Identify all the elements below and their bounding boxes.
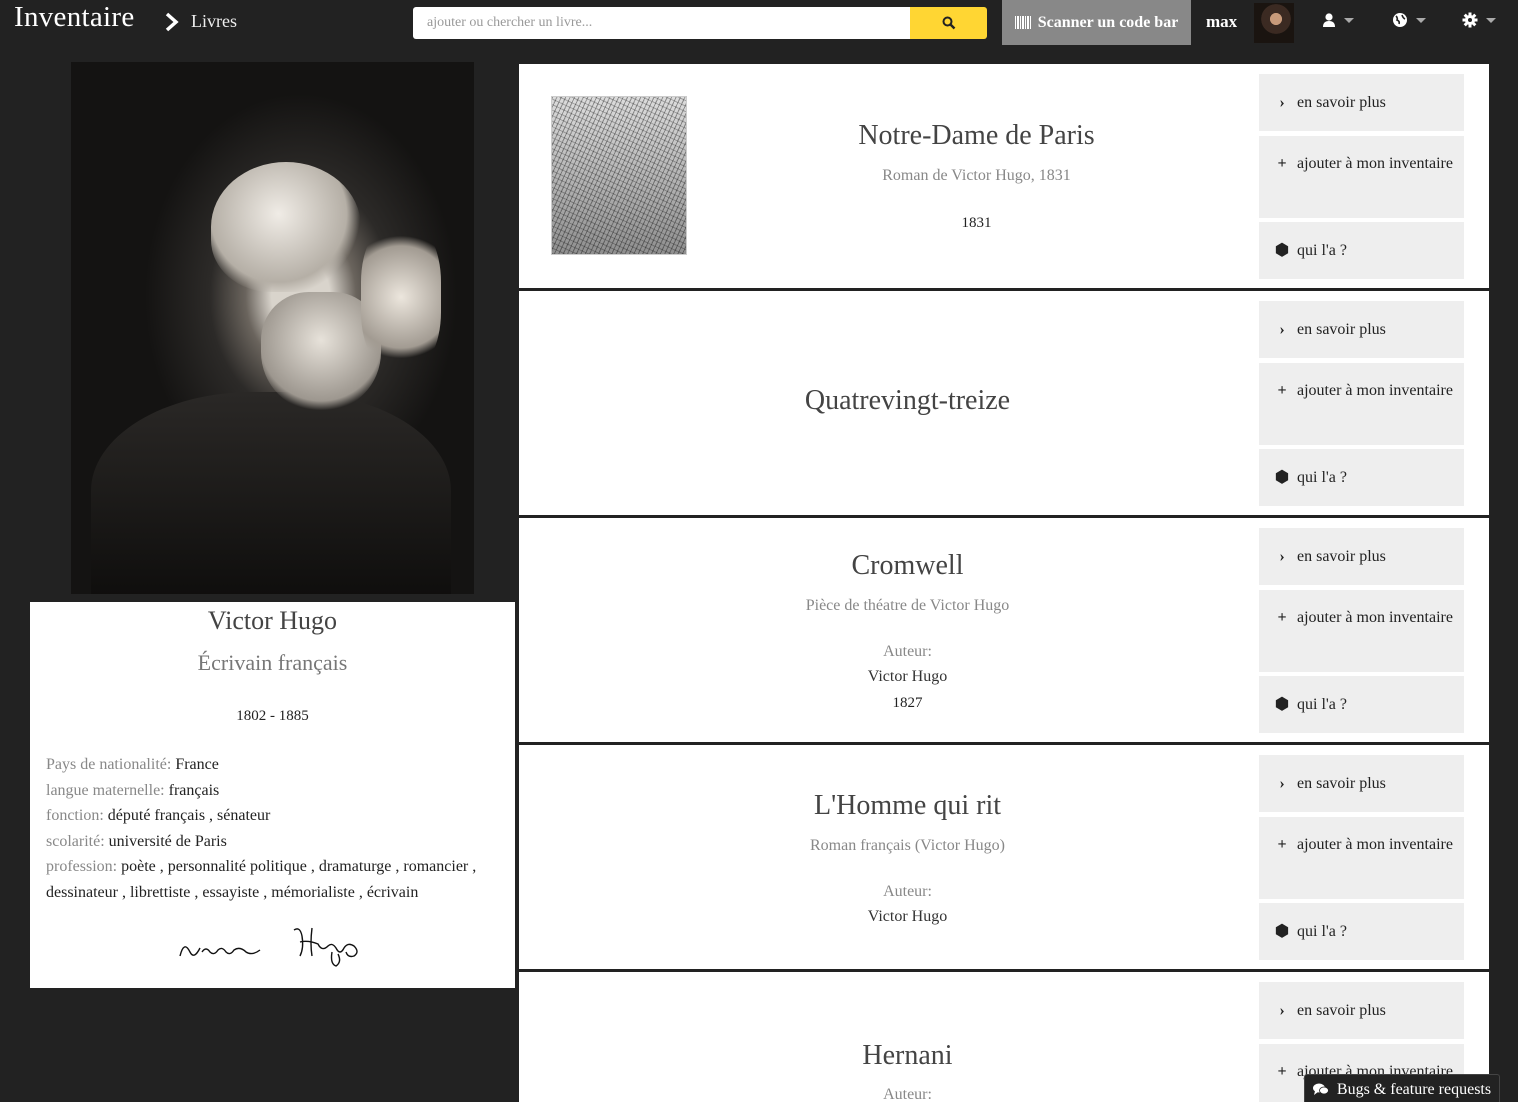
add-to-inventory-button[interactable]: + ajouter à mon inventaire (1259, 363, 1464, 445)
more-info-button[interactable]: › en savoir plus (1259, 74, 1464, 131)
claim-value[interactable]: député français , sénateur (108, 807, 271, 824)
claim-value[interactable]: université de Paris (109, 833, 227, 850)
work-card: Notre-Dame de Paris Roman de Victor Hugo… (519, 64, 1489, 288)
author-dates: 1802 - 1885 (236, 708, 309, 724)
claim-label: scolarité: (46, 832, 105, 850)
chevron-right-icon: › (1279, 775, 1285, 792)
work-title[interactable]: L'Homme qui rit (519, 790, 1296, 822)
claim-label: langue maternelle: (46, 781, 165, 799)
claim-value[interactable]: français (169, 782, 220, 799)
who-has-it-button[interactable]: ⬢ qui l'a ? (1259, 449, 1464, 506)
work-card: Quatrevingt-treize › en savoir plus + ajou… (519, 291, 1489, 515)
plus-icon: + (1277, 382, 1287, 399)
more-info-button[interactable]: › en savoir plus (1259, 755, 1464, 812)
plus-icon: + (1277, 609, 1287, 626)
plus-icon: + (1277, 155, 1287, 172)
user-menu[interactable] (1322, 12, 1354, 28)
more-info-button[interactable]: › en savoir plus (1259, 301, 1464, 358)
scan-barcode-button[interactable]: Scanner un code bar (1002, 0, 1191, 45)
who-has-it-button[interactable]: ⬢ qui l'a ? (1259, 676, 1464, 733)
scan-label: Scanner un code bar (1037, 13, 1179, 31)
search-icon (942, 16, 955, 30)
chevron-right-icon: › (1279, 94, 1285, 111)
language-menu[interactable] (1392, 12, 1426, 28)
caret-down-icon (1486, 17, 1496, 23)
work-author[interactable]: Victor Hugo (519, 668, 1296, 686)
bugs-label: Bugs & feature requests (1336, 1080, 1492, 1098)
username[interactable]: max (1206, 12, 1237, 32)
add-to-inventory-button[interactable]: + ajouter à mon inventaire (1259, 817, 1464, 899)
work-subtitle: Roman français (Victor Hugo) (810, 837, 1005, 854)
gear-icon (1462, 12, 1478, 28)
caret-down-icon (1344, 17, 1354, 23)
top-bar: Inventaire Livres Scanner un code bar ma… (0, 0, 1518, 46)
cube-icon: ⬢ (1275, 923, 1289, 940)
work-title[interactable]: Quatrevingt-treize (519, 385, 1296, 417)
plus-icon: + (1277, 836, 1287, 853)
cube-icon: ⬢ (1275, 242, 1289, 259)
search-button[interactable] (910, 7, 987, 39)
claim-label: Pays de nationalité: (46, 756, 172, 773)
plus-icon: + (1277, 1063, 1287, 1080)
work-author-label: Auteur: (883, 1086, 932, 1102)
add-to-inventory-button[interactable]: + ajouter à mon inventaire (1259, 590, 1464, 672)
chevron-right-icon: › (1279, 321, 1285, 338)
cube-icon: ⬢ (1275, 469, 1289, 486)
who-has-it-button[interactable]: ⬢ qui l'a ? (1259, 903, 1464, 960)
work-card: L'Homme qui rit Roman français (Victor H… (519, 745, 1489, 969)
work-card: Cromwell Pièce de théatre de Victor Hugo… (519, 518, 1489, 742)
author-portrait (71, 62, 474, 594)
author-card: Victor Hugo Écrivain français 1802 - 188… (30, 602, 515, 988)
work-year: 1827 (892, 695, 923, 711)
work-author[interactable]: Victor Hugo (519, 908, 1296, 926)
app-logo[interactable]: Inventaire (14, 1, 135, 34)
claim-value[interactable]: France (175, 756, 219, 773)
barcode-icon (1014, 16, 1032, 29)
avatar[interactable] (1254, 3, 1294, 43)
chevron-right-icon: › (1279, 548, 1285, 565)
work-subtitle: Roman de Victor Hugo, 1831 (882, 167, 1071, 184)
work-author-label: Auteur: (883, 643, 932, 660)
work-subtitle: Pièce de théatre de Victor Hugo (805, 597, 1010, 614)
more-info-button[interactable]: › en savoir plus (1259, 982, 1464, 1039)
globe-icon (1393, 13, 1407, 27)
author-description: Écrivain français (197, 650, 348, 675)
work-title[interactable]: Cromwell (519, 550, 1296, 582)
book-cover[interactable] (551, 96, 687, 255)
settings-menu[interactable] (1462, 12, 1496, 28)
author-name: Victor Hugo (207, 606, 338, 635)
work-year: 1831 (961, 215, 992, 231)
work-title[interactable]: Notre-Dame de Paris (719, 120, 1234, 152)
user-icon (1323, 13, 1335, 27)
comments-icon (1312, 1083, 1329, 1095)
cube-icon: ⬢ (1275, 696, 1289, 713)
author-claims: Pays de nationalité: France langue mater… (46, 752, 501, 905)
more-info-button[interactable]: › en savoir plus (1259, 528, 1464, 585)
caret-down-icon (1416, 17, 1426, 23)
chevron-right-icon: › (1279, 1002, 1285, 1019)
who-has-it-button[interactable]: ⬢ qui l'a ? (1259, 222, 1464, 279)
claim-label: fonction: (46, 807, 104, 824)
work-author-label: Auteur: (883, 883, 932, 900)
author-signature (179, 927, 358, 967)
breadcrumb-section[interactable]: Livres (191, 11, 237, 32)
add-to-inventory-button[interactable]: + ajouter à mon inventaire (1259, 136, 1464, 218)
claim-label: profession: (46, 858, 118, 875)
chevron-right-icon (165, 12, 179, 32)
work-title[interactable]: Hernani (519, 1040, 1296, 1072)
search-input[interactable] (413, 7, 911, 39)
bugs-feature-requests-button[interactable]: Bugs & feature requests (1304, 1074, 1500, 1102)
